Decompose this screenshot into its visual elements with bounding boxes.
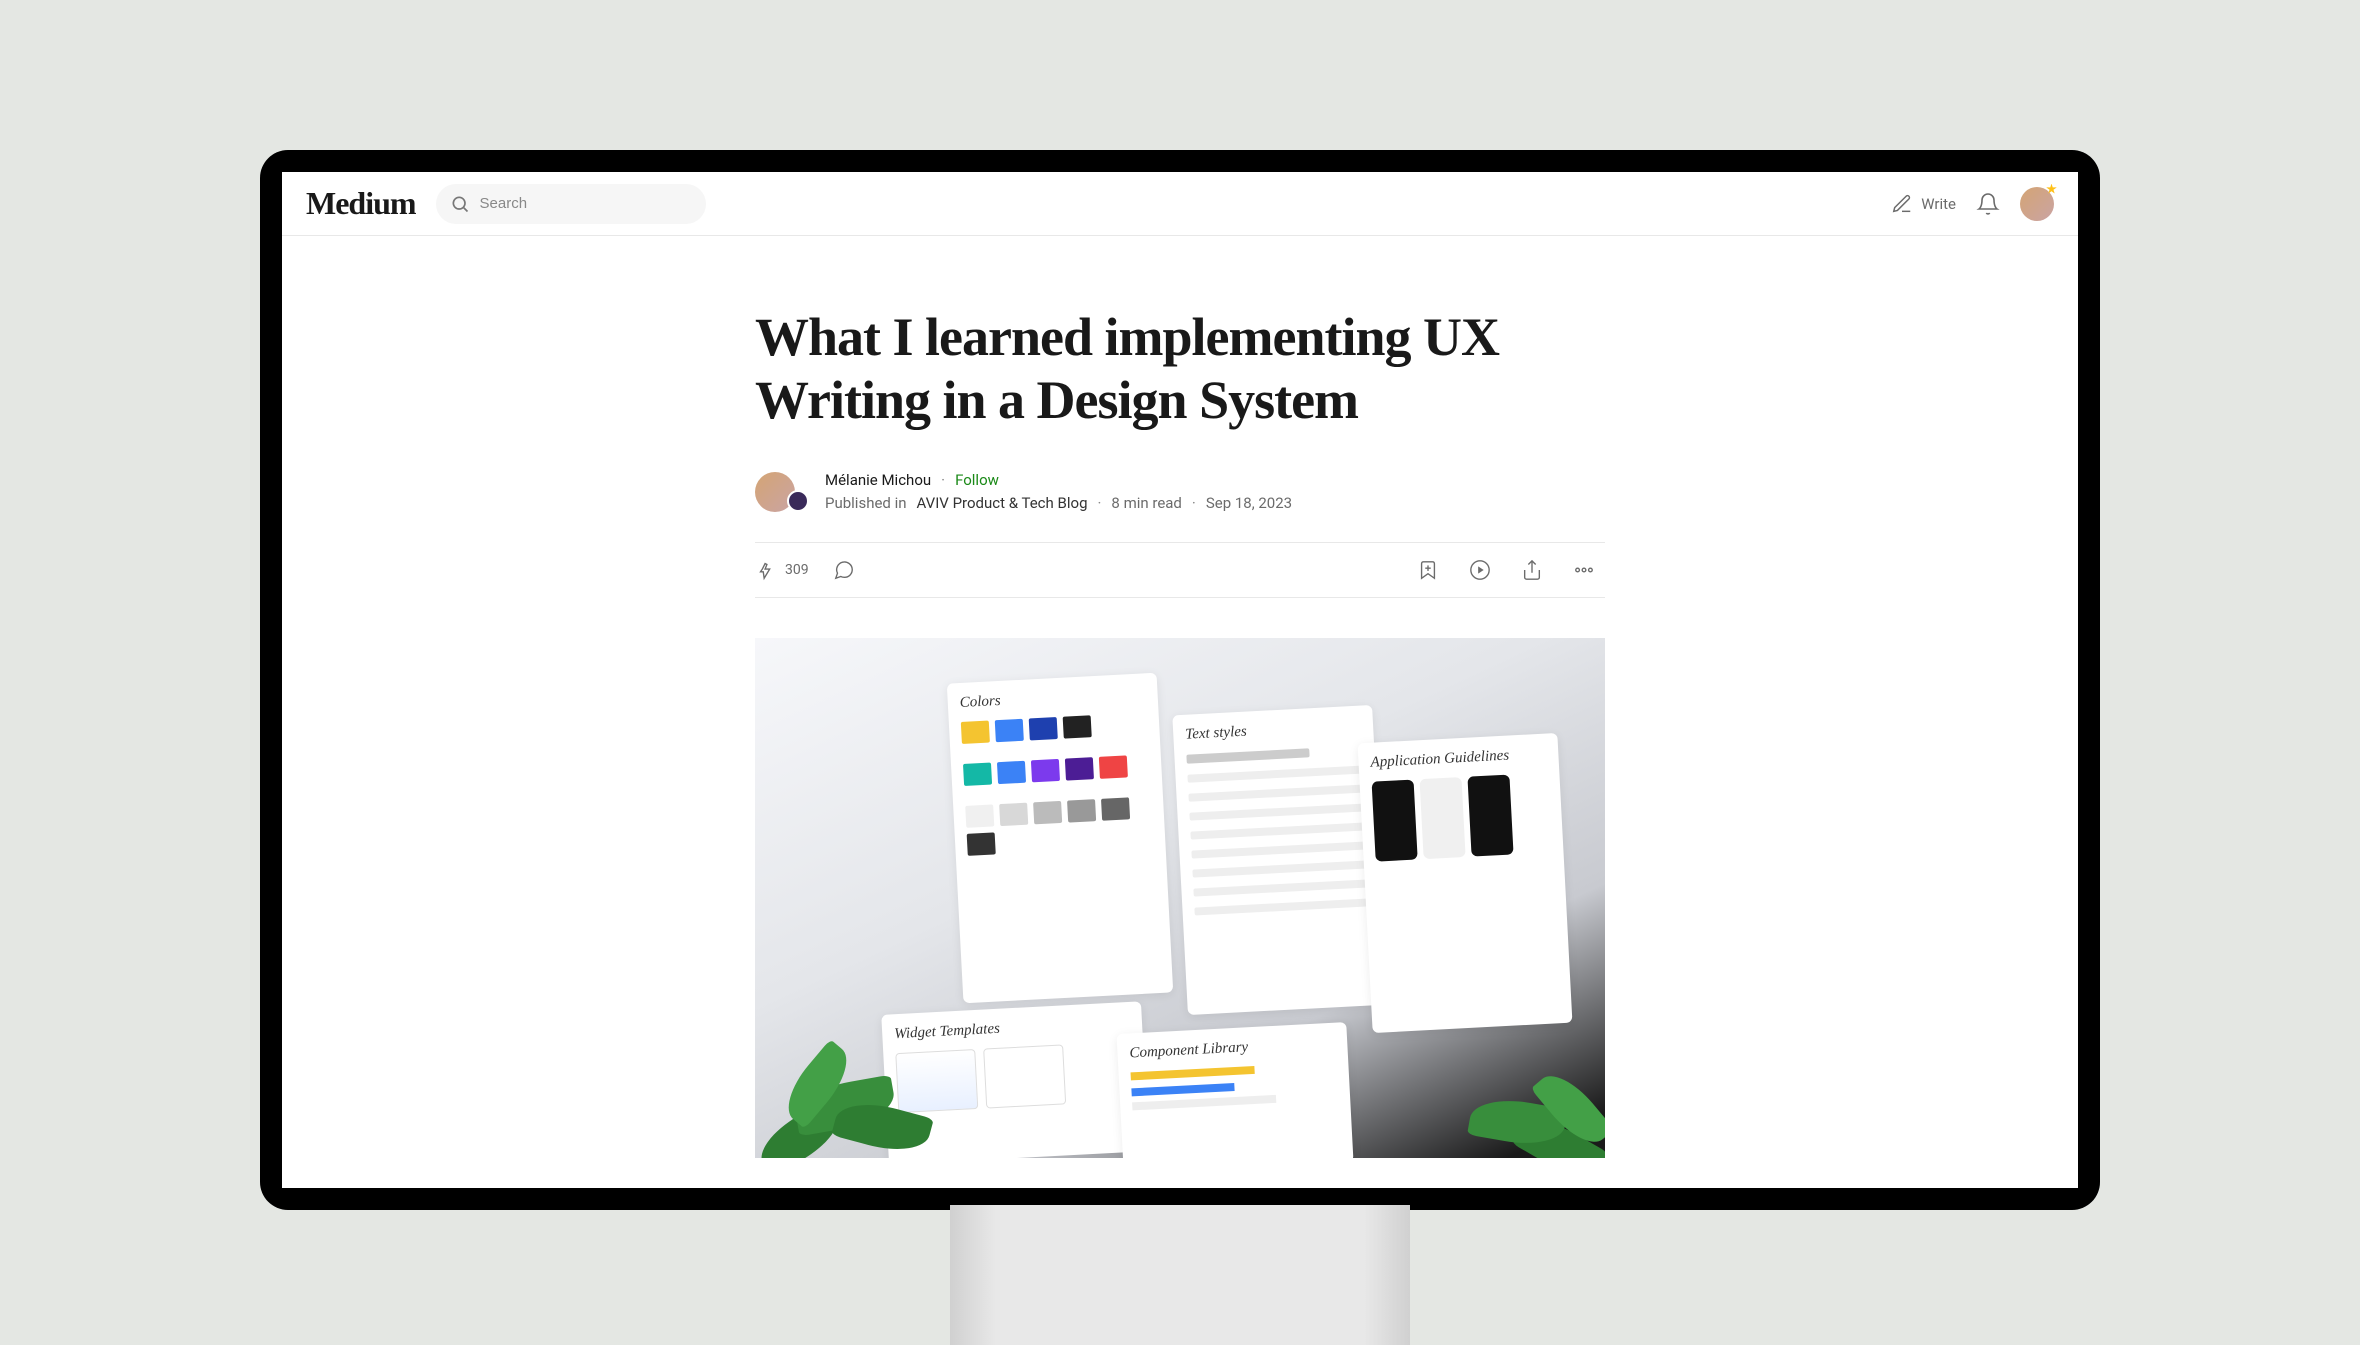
publication-avatar[interactable] bbox=[787, 490, 809, 512]
byline-avatars[interactable] bbox=[755, 472, 809, 512]
screen: Medium Write What I learned implementing… bbox=[282, 172, 2078, 1188]
hero-panel-label: Component Library bbox=[1129, 1035, 1336, 1063]
separator-dot: · bbox=[1192, 492, 1196, 515]
follow-button[interactable]: Follow bbox=[955, 469, 999, 492]
read-time: 8 min read bbox=[1111, 492, 1181, 515]
top-navigation: Medium Write bbox=[282, 172, 2078, 236]
clap-count: 309 bbox=[785, 562, 809, 578]
bookmark-icon[interactable] bbox=[1417, 559, 1439, 581]
byline: Mélanie Michou · Follow Published in AVI… bbox=[755, 469, 1605, 514]
write-label: Write bbox=[1921, 195, 1956, 213]
hero-panel-app-guidelines: Application Guidelines bbox=[1358, 733, 1573, 1033]
clap-button[interactable]: 309 bbox=[755, 559, 809, 581]
hero-panel-label: Application Guidelines bbox=[1370, 746, 1547, 772]
search-wrapper[interactable] bbox=[436, 184, 706, 224]
write-icon bbox=[1891, 193, 1913, 215]
hero-panel-label: Colors bbox=[959, 686, 1146, 713]
write-button[interactable]: Write bbox=[1891, 193, 1956, 215]
plant-decoration-left bbox=[755, 1008, 975, 1158]
comment-icon[interactable] bbox=[833, 559, 855, 581]
published-in-label: Published in bbox=[825, 492, 907, 515]
publication-name[interactable]: AVIV Product & Tech Blog bbox=[917, 492, 1088, 515]
article-container: What I learned implementing UX Writing i… bbox=[755, 306, 1605, 1158]
clap-icon bbox=[755, 559, 777, 581]
play-icon[interactable] bbox=[1469, 559, 1491, 581]
separator-dot: · bbox=[941, 469, 945, 492]
article-title: What I learned implementing UX Writing i… bbox=[755, 306, 1605, 431]
author-name[interactable]: Mélanie Michou bbox=[825, 469, 931, 492]
user-avatar[interactable] bbox=[2020, 187, 2054, 221]
search-icon bbox=[450, 194, 470, 214]
medium-logo[interactable]: Medium bbox=[306, 185, 416, 222]
hero-panel-colors: Colors bbox=[947, 673, 1173, 1004]
plant-decoration-right bbox=[1415, 1038, 1605, 1158]
publish-date: Sep 18, 2023 bbox=[1206, 492, 1292, 515]
monitor-stand bbox=[950, 1205, 1410, 1345]
monitor-frame: Medium Write What I learned implementing… bbox=[260, 150, 2100, 1210]
notifications-icon[interactable] bbox=[1976, 192, 2000, 216]
action-bar: 309 bbox=[755, 542, 1605, 598]
separator-dot: · bbox=[1098, 492, 1102, 515]
hero-panel-component-library: Component Library bbox=[1116, 1022, 1353, 1158]
search-input[interactable] bbox=[480, 195, 692, 212]
more-icon[interactable] bbox=[1573, 559, 1595, 581]
share-icon[interactable] bbox=[1521, 559, 1543, 581]
hero-image: Colors Text styles Application Guideline… bbox=[755, 638, 1605, 1158]
hero-panel-text-styles: Text styles bbox=[1172, 705, 1387, 1015]
hero-panel-label: Text styles bbox=[1185, 718, 1362, 744]
